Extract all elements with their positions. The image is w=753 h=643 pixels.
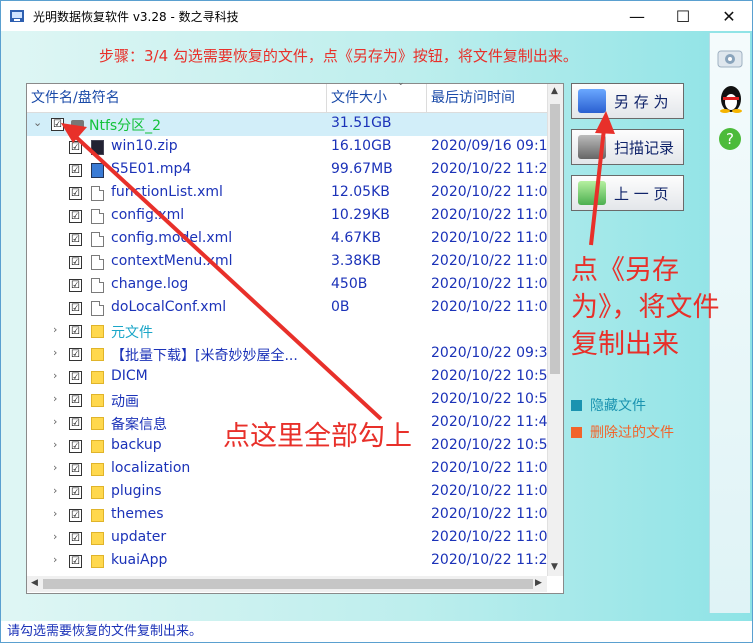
annotation-check-all: 点这里全部勾上 [223, 421, 412, 452]
app-window: 光明数据恢复软件 v3.28 - 数之寻科技 — ☐ ✕ 步骤：3/4 勾选需要… [0, 0, 753, 643]
arrowhead-save-as [595, 111, 615, 134]
annotation-save-line-3: 复制出来 [571, 329, 679, 360]
annotation-save-hint: 点《另存 为》，将文件 复制出来 [571, 252, 720, 363]
annotation-save-line-1: 点《另存 [571, 255, 679, 286]
annotation-save-line-2: 为》，将文件 [571, 292, 720, 323]
arrowhead-check-all [61, 123, 87, 143]
arrow-line-save-as [589, 128, 606, 246]
arrow-line-check-all [74, 135, 383, 421]
